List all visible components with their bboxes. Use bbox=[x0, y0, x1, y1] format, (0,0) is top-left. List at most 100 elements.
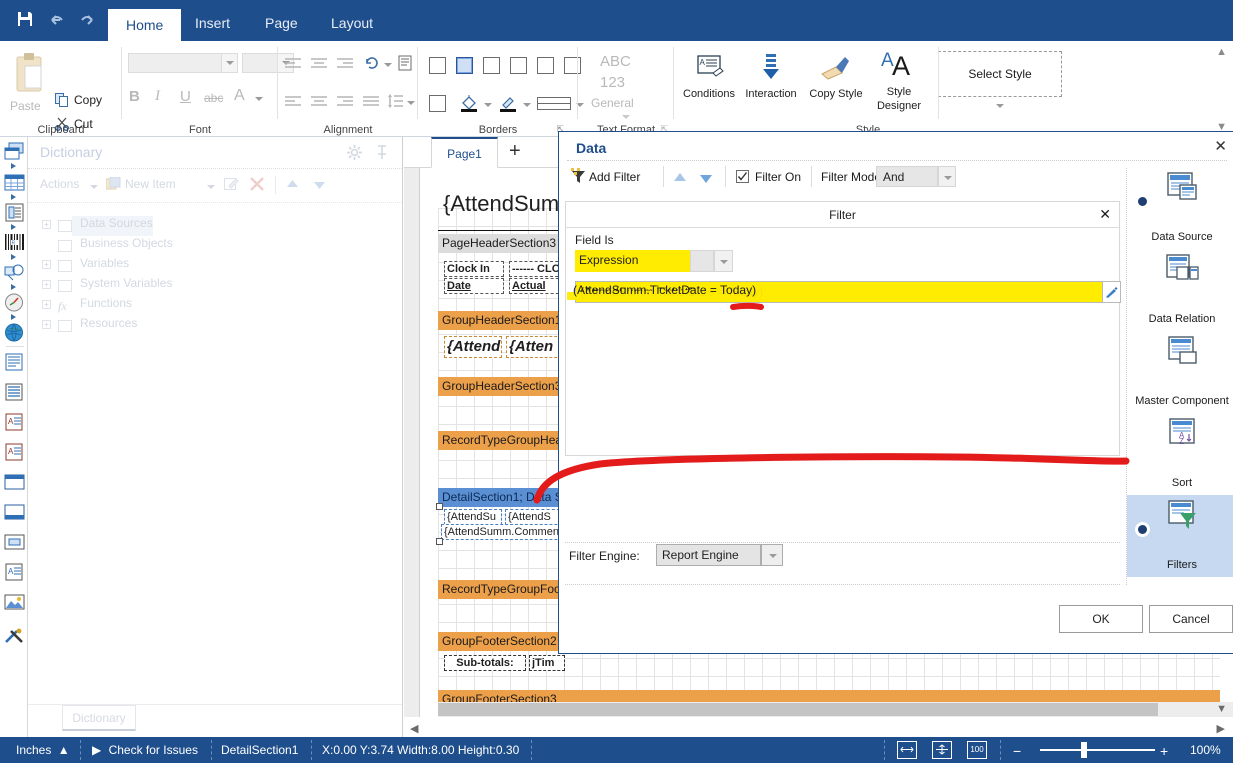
rotate-text-icon[interactable] bbox=[364, 55, 380, 74]
shapes-icon[interactable] bbox=[4, 263, 25, 282]
fill-color-icon[interactable] bbox=[461, 95, 478, 114]
filter-engine-select[interactable]: Report Engine bbox=[656, 544, 761, 566]
new-item-menu[interactable]: New Item bbox=[125, 177, 176, 191]
redo-icon[interactable] bbox=[76, 10, 98, 32]
text-format-general[interactable]: General bbox=[591, 96, 634, 110]
tools-icon[interactable] bbox=[4, 627, 25, 646]
text-direction-icon[interactable] bbox=[398, 55, 415, 74]
cell-date[interactable]: Date bbox=[444, 278, 504, 294]
border-color-icon[interactable] bbox=[500, 95, 517, 114]
arrow-up-icon[interactable] bbox=[673, 172, 687, 187]
expand-icon[interactable]: + bbox=[42, 320, 51, 329]
scroll-left-arrow[interactable]: ◀ bbox=[410, 722, 418, 735]
zoom-slider-thumb[interactable] bbox=[1081, 742, 1087, 758]
copy-icon[interactable] bbox=[55, 93, 69, 110]
cell-subtotal-value[interactable]: jTim bbox=[529, 655, 565, 671]
check-for-issues-button[interactable]: ▶ Check for Issues bbox=[92, 743, 198, 757]
gauge-icon[interactable] bbox=[4, 293, 25, 312]
tree-item-business-objects[interactable]: Business Objects bbox=[58, 236, 173, 256]
expand-icon[interactable]: + bbox=[42, 280, 51, 289]
image-icon[interactable] bbox=[4, 593, 25, 612]
sidebar-item-data-relation[interactable]: Data Relation bbox=[1127, 249, 1233, 331]
data-band-icon[interactable] bbox=[4, 173, 25, 192]
filter-card-close-icon[interactable]: ✕ bbox=[1099, 206, 1111, 223]
conditions-button[interactable]: A Conditions bbox=[676, 53, 742, 100]
align-center-top-icon[interactable] bbox=[310, 57, 328, 73]
close-icon[interactable]: ✕ bbox=[1214, 137, 1227, 155]
zoom-out-button[interactable]: − bbox=[1013, 743, 1021, 759]
expression-input[interactable]: (AttendSumm.TicketDate = Today) bbox=[575, 281, 1103, 303]
cell-sub-totals[interactable]: Sub-totals: bbox=[444, 655, 526, 671]
cancel-button[interactable]: Cancel bbox=[1149, 605, 1233, 633]
font-color-button[interactable]: A bbox=[234, 87, 245, 105]
fit-page-icon[interactable] bbox=[932, 741, 952, 759]
actions-menu[interactable]: Actions bbox=[40, 177, 79, 191]
scroll-right-arrow[interactable]: ▶ bbox=[1217, 722, 1225, 735]
expand-icon[interactable]: + bbox=[42, 260, 51, 269]
align-right-top-icon[interactable] bbox=[336, 57, 354, 73]
filter-mode-select[interactable]: And bbox=[876, 166, 938, 187]
scroll-down-arrow[interactable]: ▼ bbox=[1216, 703, 1227, 715]
ribbon-collapse-up-icon[interactable]: ▲ bbox=[1216, 46, 1227, 58]
border-right-button[interactable] bbox=[537, 57, 554, 74]
tree-item-resources[interactable]: + Resources bbox=[42, 316, 137, 336]
field-is-dropdown-arrow[interactable] bbox=[714, 250, 733, 272]
barcode-icon[interactable]: R bbox=[4, 233, 25, 252]
italic-button[interactable]: I bbox=[155, 88, 160, 105]
add-filter-label[interactable]: Add Filter bbox=[589, 170, 640, 184]
gear-icon[interactable] bbox=[347, 145, 362, 163]
sidebar-item-data-source[interactable]: Data Source bbox=[1127, 167, 1233, 249]
cell-actual[interactable]: Actual bbox=[509, 278, 564, 294]
scrollbar-thumb[interactable] bbox=[438, 703, 1158, 716]
copy-label[interactable]: Copy bbox=[74, 93, 102, 107]
expand-icon[interactable]: + bbox=[42, 300, 51, 309]
align-left-top-icon[interactable] bbox=[284, 57, 302, 73]
move-down-icon[interactable] bbox=[313, 179, 326, 193]
tab-layout[interactable]: Layout bbox=[313, 7, 391, 41]
border-all-button[interactable] bbox=[456, 57, 473, 74]
rich-text-icon[interactable] bbox=[4, 383, 25, 402]
canvas-horizontal-scrollbar[interactable] bbox=[438, 702, 1233, 717]
style-designer-button[interactable]: AA Style Designer bbox=[866, 49, 932, 112]
cell-detail-1[interactable]: {AttendSu bbox=[444, 509, 502, 525]
interaction-button[interactable]: Interaction bbox=[738, 53, 804, 100]
save-icon[interactable] bbox=[14, 10, 36, 32]
copy-style-button[interactable]: Copy Style bbox=[803, 53, 869, 100]
font-family-select[interactable] bbox=[128, 53, 238, 73]
cell-detail-2[interactable]: {AttendS bbox=[505, 509, 560, 525]
border-style-icon[interactable] bbox=[537, 97, 571, 113]
underline-button[interactable]: U bbox=[180, 88, 191, 105]
expand-icon[interactable]: + bbox=[42, 220, 51, 229]
dictionary-bottom-tab[interactable]: Dictionary bbox=[62, 705, 136, 731]
cell-clock-in[interactable]: Clock In bbox=[444, 261, 504, 277]
reports-icon[interactable] bbox=[4, 142, 25, 161]
zoom-100-icon[interactable]: 100 bbox=[967, 741, 987, 759]
new-item-icon[interactable] bbox=[105, 176, 121, 193]
select-style-button[interactable]: Select Style bbox=[938, 51, 1062, 97]
border-left-button[interactable] bbox=[483, 57, 500, 74]
align-right-bottom-icon[interactable] bbox=[336, 95, 354, 111]
paste-label[interactable]: Paste bbox=[10, 99, 41, 113]
panel-icon[interactable] bbox=[4, 473, 25, 492]
sidebar-item-sort[interactable]: AZ Sort bbox=[1127, 413, 1233, 495]
tab-home[interactable]: Home bbox=[108, 9, 182, 41]
bold-button[interactable]: B bbox=[129, 88, 140, 105]
pin-icon[interactable] bbox=[376, 145, 388, 163]
edit-item-icon[interactable] bbox=[224, 177, 239, 194]
checkbox-text-icon[interactable]: A bbox=[4, 563, 25, 582]
container-icon[interactable] bbox=[4, 503, 25, 522]
field-is-value[interactable]: Expression bbox=[575, 250, 690, 272]
sidebar-item-master-component[interactable]: Master Component bbox=[1127, 331, 1233, 413]
pencil-icon[interactable] bbox=[1103, 281, 1121, 303]
paste-icon[interactable] bbox=[12, 51, 46, 97]
ok-button[interactable]: OK bbox=[1059, 605, 1143, 633]
arrow-down-icon[interactable] bbox=[699, 172, 713, 187]
map-globe-icon[interactable] bbox=[4, 323, 25, 342]
resize-handle-tl[interactable] bbox=[436, 503, 443, 510]
border-outline-button[interactable] bbox=[429, 95, 446, 112]
add-filter-icon[interactable] bbox=[571, 168, 589, 188]
tree-item-functions[interactable]: + fx Functions bbox=[42, 296, 132, 316]
filter-mode-arrow[interactable] bbox=[938, 166, 956, 187]
field-is-select-body[interactable] bbox=[690, 250, 714, 272]
resize-handle-bl[interactable] bbox=[436, 538, 443, 545]
